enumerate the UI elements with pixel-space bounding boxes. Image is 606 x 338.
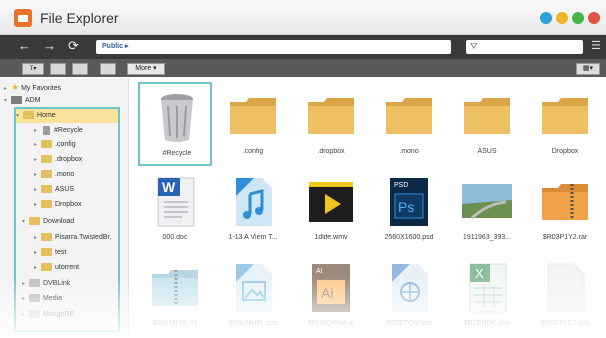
file-name: $RZETQN.htm (385, 320, 433, 327)
folder-icon (230, 98, 276, 134)
title-bar: File Explorer (0, 0, 606, 35)
expand-toggle-icon[interactable]: ▾ (4, 94, 11, 108)
svg-text:AI: AI (316, 268, 323, 275)
file-name: .config (242, 148, 264, 155)
file-explorer-logo-icon (14, 9, 32, 27)
share-button[interactable] (100, 63, 116, 75)
folder-tile[interactable]: .dropbox (294, 82, 368, 166)
maximize-button[interactable] (572, 12, 584, 24)
image-thumbnail-icon (462, 184, 512, 220)
svg-text:X: X (475, 266, 484, 281)
file-name: 2560X1600.psd (384, 234, 434, 241)
svg-text:Ai: Ai (321, 285, 333, 301)
back-arrow-icon[interactable]: ← (18, 38, 31, 54)
svg-text:PSD: PSD (394, 182, 408, 189)
folder-tile[interactable]: .config (216, 82, 290, 166)
zip-folder-icon (542, 184, 588, 220)
folder-tile[interactable]: Dropbox (528, 82, 602, 166)
new-folder-button[interactable] (50, 63, 66, 75)
more-button[interactable]: More ▾ (127, 63, 165, 75)
file-tile[interactable]: #Recycle (138, 82, 212, 166)
svg-text:Ps: Ps (398, 199, 414, 215)
file-name: $RZENDK.xlsx (463, 320, 511, 327)
mp3-icon (236, 178, 272, 226)
window-title: File Explorer (40, 10, 119, 26)
file-tile[interactable]: PSD Ps 2560X1600.psd (372, 168, 446, 252)
file-tile[interactable]: 1911963_393... (450, 168, 524, 252)
path-field[interactable]: Public ▸ (96, 40, 451, 54)
file-name: .dropbox (317, 148, 345, 155)
folder-tile[interactable]: ASUS (450, 82, 524, 166)
folder-icon (464, 98, 510, 134)
list-menu-icon[interactable]: ☰ (591, 39, 601, 52)
file-tile[interactable]: AI Ai $RHBQRHA.ai (294, 254, 368, 338)
file-name: $R03P1Y2.rar (542, 234, 588, 241)
file-tile[interactable]: $R03P1Y2.rar (528, 168, 602, 252)
recycle-bin-icon (161, 94, 193, 142)
file-tile[interactable]: W 000.doc (138, 168, 212, 252)
file-tile[interactable]: $RALMH6L.7z (138, 254, 212, 338)
file-name: $RALMH6L.eps (228, 320, 278, 327)
word-doc-icon: W (157, 177, 195, 227)
filter-icon[interactable]: ⛛ (470, 41, 478, 52)
file-tile[interactable]: $RALMH6L.eps (216, 254, 290, 338)
folder-tile[interactable]: .mono (372, 82, 446, 166)
help-button[interactable] (540, 12, 552, 24)
navigation-bar: ← → ⟳ Public ▸ ⛛ ☰ (0, 35, 606, 59)
search-input[interactable]: ⛛ (466, 40, 583, 54)
eps-icon (236, 264, 272, 312)
folder-tree: ▸ ★ My Favorites ▾ ADM ▾ Home ▸ #Recycle ▸ .co… (0, 78, 129, 336)
file-name: Dropbox (551, 148, 579, 155)
file-name: 000.doc (162, 234, 188, 241)
file-tile[interactable]: $RSRF0D7.svg (528, 254, 602, 338)
excel-icon: X (469, 263, 507, 313)
breadcrumb[interactable]: Public ▸ (102, 42, 128, 50)
folder-icon (542, 98, 588, 134)
toolbar: T▾ More ▾ ▦▾ (0, 59, 606, 77)
ai-icon: AI Ai (312, 264, 350, 312)
new-dropdown-button[interactable]: T▾ (22, 63, 44, 75)
file-name: $RSRF0D7.svg (540, 320, 590, 327)
file-name: 1dlife.wmv (314, 234, 348, 241)
file-name: $RALMH6L.7z (152, 320, 198, 327)
archive-icon (152, 270, 198, 306)
video-icon (309, 182, 353, 222)
star-icon: ★ (11, 82, 20, 92)
tree-item-adm[interactable]: ▾ ADM (4, 94, 41, 108)
file-name: .mono (399, 148, 419, 155)
folder-icon (308, 98, 354, 134)
tree-item-favorites[interactable]: ▸ ★ My Favorites (4, 80, 61, 94)
psd-icon: PSD Ps (390, 178, 428, 226)
file-tile[interactable]: 1-13 A Vlem T... (216, 168, 290, 252)
file-name: 1-13 A Vlem T... (228, 234, 278, 241)
file-name: ASUS (477, 148, 497, 155)
svg-text:W: W (162, 179, 176, 195)
upload-button[interactable] (72, 63, 88, 75)
window-controls (540, 12, 600, 24)
close-button[interactable] (588, 12, 600, 24)
html-icon (392, 264, 428, 312)
drive-icon (11, 96, 22, 105)
file-tile[interactable]: X $RZENDK.xlsx (450, 254, 524, 338)
minimize-button[interactable] (556, 12, 568, 24)
forward-arrow-icon[interactable]: → (43, 38, 56, 54)
highlight-frame (14, 107, 120, 332)
file-name: 1911963_393... (462, 234, 512, 241)
refresh-icon[interactable]: ⟳ (68, 38, 79, 54)
folder-icon (386, 98, 432, 134)
generic-file-icon (547, 263, 585, 313)
file-name: #Recycle (162, 150, 192, 157)
file-name: $RHBQRHA.ai (307, 320, 355, 327)
file-tile[interactable]: 1dlife.wmv (294, 168, 368, 252)
file-tile[interactable]: $RZETQN.htm (372, 254, 446, 338)
view-mode-button[interactable]: ▦▾ (576, 63, 600, 75)
